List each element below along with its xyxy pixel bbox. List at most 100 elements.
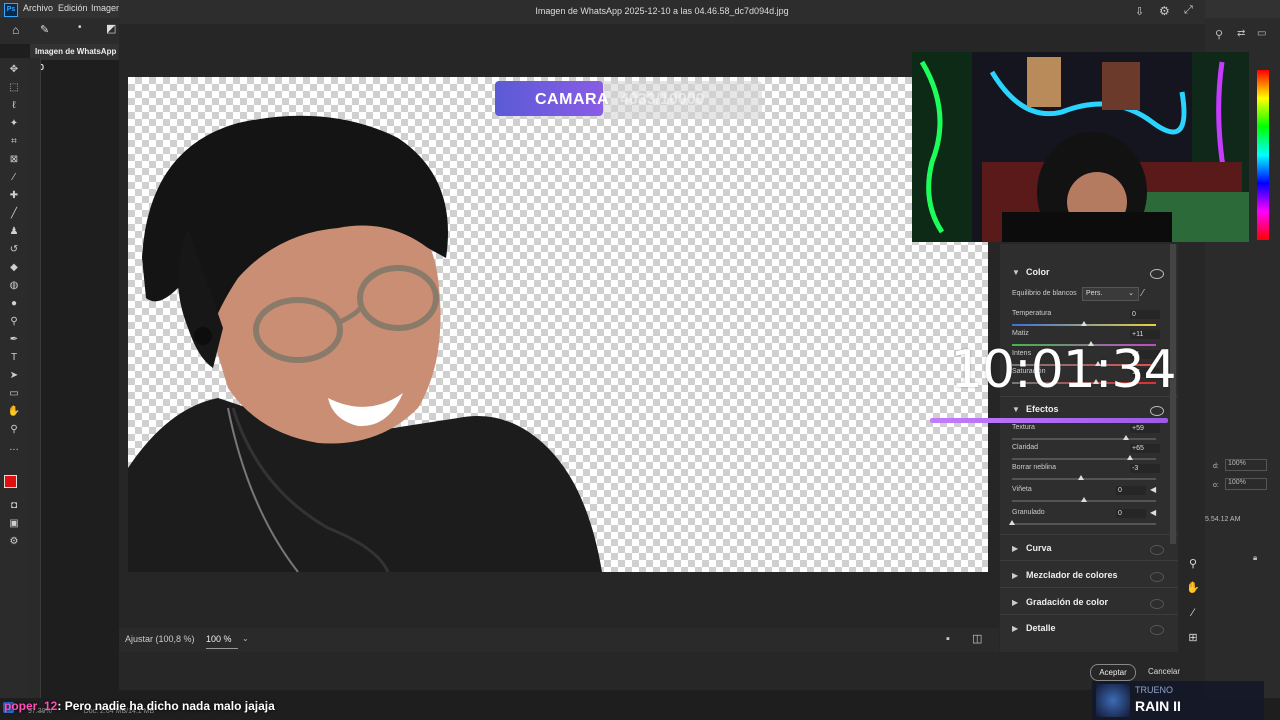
rectangle-tool-icon[interactable]: ▭: [6, 388, 22, 400]
screen-mode-icon[interactable]: ▣: [6, 518, 22, 530]
healing-tool-icon[interactable]: ✚: [6, 190, 22, 202]
fit-zoom-label[interactable]: Ajustar (100,8 %): [125, 634, 195, 644]
fill-value[interactable]: 100%: [1225, 478, 1267, 490]
accept-button[interactable]: Aceptar: [1090, 664, 1136, 681]
workspace-icon[interactable]: ⇄: [1237, 28, 1245, 39]
texture-track[interactable]: [1012, 438, 1156, 440]
before-after-icon[interactable]: ▪: [946, 633, 950, 645]
grain-thumb[interactable]: [1009, 520, 1015, 525]
opacity-value[interactable]: 100%: [1225, 459, 1267, 471]
zoom-icon[interactable]: ⚲: [1186, 557, 1200, 571]
color-grading-section-title[interactable]: Gradación de color: [1026, 597, 1108, 607]
lock-icon[interactable]: 🔒︎: [1253, 553, 1257, 563]
eyedropper-icon[interactable]: ⁄: [1142, 288, 1144, 299]
eraser-icon[interactable]: ◆: [6, 262, 22, 274]
menu-archivo[interactable]: Archivo: [23, 3, 53, 13]
grid-icon[interactable]: ⊞: [1186, 631, 1200, 645]
clarity-slider[interactable]: Claridad +65: [1012, 444, 1160, 462]
brush-mode-icon[interactable]: ◩: [106, 22, 116, 35]
effects-visibility-icon[interactable]: [1150, 406, 1164, 416]
eyedropper-tool-icon[interactable]: ⁄: [6, 172, 22, 184]
effects-section-title[interactable]: Efectos: [1026, 404, 1059, 414]
white-balance-value: Pers.: [1086, 290, 1103, 297]
temperature-thumb[interactable]: [1081, 321, 1087, 326]
color-section-title[interactable]: Color: [1026, 267, 1050, 277]
marquee-tool-icon[interactable]: ⬚: [6, 82, 22, 94]
hand-tool-icon[interactable]: ✋: [6, 406, 22, 418]
vignette-value[interactable]: 0: [1116, 486, 1146, 495]
foreground-color-swatch[interactable]: [4, 475, 17, 488]
edit-toolbar-icon[interactable]: ⚙: [6, 536, 22, 548]
blur-tool-icon[interactable]: ●: [6, 298, 22, 310]
hand-icon[interactable]: ✋: [1186, 581, 1200, 595]
share-icon[interactable]: ▭: [1257, 28, 1266, 39]
temperature-slider[interactable]: Temperatura 0: [1012, 310, 1160, 328]
brush-size-icon[interactable]: •: [78, 22, 82, 33]
brush-tool-icon[interactable]: ╱: [6, 208, 22, 220]
lasso-tool-icon[interactable]: ℓ: [6, 100, 22, 112]
texture-slider[interactable]: Textura +59: [1012, 424, 1160, 442]
dehaze-thumb[interactable]: [1078, 475, 1085, 480]
color-grading-visibility-icon[interactable]: [1150, 599, 1164, 609]
crop-tool-icon[interactable]: ⌗: [6, 136, 22, 148]
temperature-value[interactable]: 0: [1130, 310, 1160, 319]
effects-chevron-icon[interactable]: ▼: [1012, 405, 1022, 414]
grain-slider[interactable]: Granulado 0 ◀: [1009, 508, 1158, 527]
zoom-tool-icon[interactable]: ⚲: [6, 424, 22, 436]
home-icon[interactable]: ⌂: [12, 23, 19, 37]
color-visibility-icon[interactable]: [1150, 269, 1164, 279]
quick-mask-icon[interactable]: ◘: [6, 500, 22, 512]
dehaze-slider[interactable]: Borrar neblina -3: [1012, 464, 1160, 482]
paint-bucket-icon[interactable]: ◍: [6, 280, 22, 292]
color-mixer-visibility-icon[interactable]: [1150, 572, 1164, 582]
color-mixer-chevron-icon[interactable]: ▶: [1012, 571, 1022, 580]
grain-expand-icon[interactable]: ◀: [1150, 508, 1156, 517]
compare-view-icon[interactable]: ◫: [972, 632, 982, 645]
color-mixer-section-title[interactable]: Mezclador de colores: [1026, 570, 1118, 580]
zoom-level[interactable]: 100 %: [206, 634, 232, 644]
magic-wand-icon[interactable]: ✦: [6, 118, 22, 130]
color-grading-chevron-icon[interactable]: ▶: [1012, 598, 1022, 607]
move-tool-icon[interactable]: ✥: [6, 64, 22, 76]
color-chevron-icon[interactable]: ▼: [1012, 268, 1022, 277]
clarity-thumb[interactable]: [1127, 455, 1134, 460]
detail-chevron-icon[interactable]: ▶: [1012, 624, 1022, 633]
curve-visibility-icon[interactable]: [1150, 545, 1164, 555]
grain-track[interactable]: [1012, 523, 1156, 525]
zoom-dropdown-chevron-icon[interactable]: ⌄: [242, 634, 249, 643]
dehaze-value[interactable]: -3: [1130, 464, 1160, 473]
cancel-button[interactable]: Cancelar: [1142, 664, 1186, 679]
color-spectrum-strip[interactable]: [1257, 70, 1269, 240]
vignette-expand-icon[interactable]: ◀: [1150, 485, 1156, 494]
clarity-value[interactable]: +65: [1130, 444, 1160, 453]
menu-edicion[interactable]: Edición: [58, 3, 88, 13]
sampler-icon[interactable]: ⁄: [1186, 607, 1200, 621]
clarity-track[interactable]: [1012, 458, 1156, 460]
search-icon[interactable]: ⚲: [1215, 28, 1223, 41]
white-balance-select[interactable]: Pers. ⌄: [1082, 287, 1139, 301]
detail-section-title[interactable]: Detalle: [1026, 623, 1056, 633]
dodge-tool-icon[interactable]: ⚲: [6, 316, 22, 328]
curve-section-title[interactable]: Curva: [1026, 543, 1052, 553]
vignette-thumb[interactable]: [1081, 497, 1087, 502]
type-tool-icon[interactable]: T: [6, 352, 22, 364]
detail-visibility-icon[interactable]: [1150, 625, 1164, 635]
texture-thumb[interactable]: [1122, 435, 1129, 440]
pen-tool-icon[interactable]: ✒: [6, 334, 22, 346]
save-icon[interactable]: ⇩: [1135, 5, 1144, 18]
document-tab[interactable]: Imagen de WhatsApp 20: [30, 44, 125, 72]
grain-value[interactable]: 0: [1116, 509, 1146, 518]
more-tools-icon[interactable]: …: [6, 442, 22, 454]
eraser-tool-icon[interactable]: ✎: [40, 23, 49, 36]
tint-value[interactable]: +11: [1130, 330, 1160, 339]
curve-chevron-icon[interactable]: ▶: [1012, 544, 1022, 553]
vignette-slider[interactable]: Viñeta 0 ◀: [1012, 485, 1158, 504]
path-select-icon[interactable]: ➤: [6, 370, 22, 382]
history-brush-icon[interactable]: ↺: [6, 244, 22, 256]
stamp-tool-icon[interactable]: ♟: [6, 226, 22, 238]
frame-tool-icon[interactable]: ⊠: [6, 154, 22, 166]
menu-imagen[interactable]: Imagen: [91, 3, 121, 13]
texture-value[interactable]: +59: [1130, 424, 1160, 433]
fullscreen-icon[interactable]: ⤢: [1184, 4, 1193, 17]
gear-icon[interactable]: ⚙: [1159, 4, 1170, 18]
